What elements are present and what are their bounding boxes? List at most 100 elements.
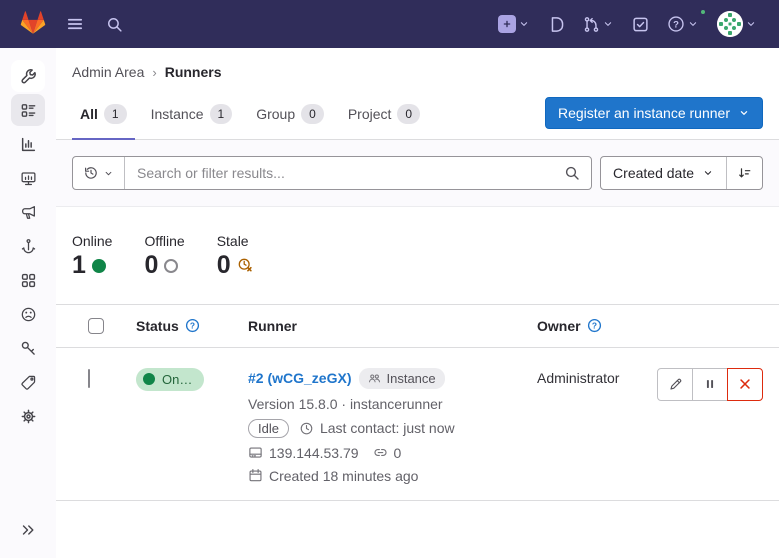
owner-help-icon[interactable]: ? [587, 318, 602, 333]
user-menu-button[interactable] [711, 6, 763, 42]
monitor-icon [20, 170, 37, 187]
owner-cell: Administrator [529, 368, 651, 388]
delete-runner-button[interactable] [727, 368, 763, 401]
stat-value: 1 [72, 252, 86, 280]
register-instance-runner-button[interactable]: Register an instance runner [545, 97, 763, 129]
top-navbar: ? [0, 0, 779, 48]
new-menu-button[interactable] [492, 10, 536, 38]
clock-icon [299, 421, 314, 436]
online-dot-icon [143, 373, 155, 385]
todo-check-icon [632, 16, 649, 33]
chevron-down-icon [687, 18, 699, 30]
stat-value: 0 [144, 252, 158, 280]
gear-icon [20, 408, 37, 425]
register-button-label: Register an instance runner [558, 105, 730, 121]
help-question-icon: ? [667, 15, 685, 33]
sort-control: Created date [600, 156, 763, 190]
issues-icon [548, 16, 565, 33]
plus-icon [498, 15, 516, 33]
chevron-down-icon [602, 18, 614, 30]
offline-ring-icon [164, 259, 178, 273]
search-input[interactable] [125, 157, 553, 189]
stat-online: Online 1 [72, 233, 112, 280]
runner-link[interactable]: #2 (wCG_zeGX) [248, 370, 351, 386]
tab-count-badge: 1 [210, 104, 233, 124]
grid-icon [20, 272, 37, 289]
breadcrumb-separator: › [152, 65, 156, 80]
tab-count-badge: 1 [104, 104, 127, 124]
todos-button[interactable] [626, 11, 655, 38]
chevron-down-icon [518, 18, 530, 30]
column-header-owner: Owner ? [529, 305, 651, 347]
wrench-icon [20, 68, 37, 85]
merge-requests-button[interactable] [577, 11, 620, 38]
search-icon [564, 165, 580, 181]
edit-runner-button[interactable] [657, 368, 693, 401]
runner-summary-cell: #2 (wCG_zeGX) Instance Version 15.8.0 · … [240, 368, 529, 484]
overview-list-icon [20, 102, 37, 119]
breadcrumb: Admin Area › Runners [56, 48, 779, 92]
computer-icon [248, 445, 263, 460]
search-submit-button[interactable] [553, 157, 591, 189]
tab-project[interactable]: Project 0 [340, 92, 428, 140]
ip-address: 139.144.53.79 [269, 445, 359, 461]
gitlab-logo[interactable] [16, 8, 50, 40]
issues-button[interactable] [542, 11, 571, 38]
tab-label: Group [256, 106, 295, 122]
tab-count-badge: 0 [397, 104, 420, 124]
chevron-down-icon [103, 168, 114, 179]
sidebar-item-overview[interactable] [11, 94, 45, 126]
runner-type-badge: Instance [359, 368, 444, 389]
svg-text:?: ? [190, 321, 195, 331]
online-dot-icon [92, 259, 106, 273]
sidebar-item-analytics[interactable] [11, 128, 45, 160]
row-checkbox[interactable] [88, 369, 90, 388]
runner-table-row: Online #2 (wCG_zeGX) Instance [56, 348, 779, 501]
sidebar-item-system-hooks[interactable] [11, 230, 45, 262]
sidebar-item-settings[interactable] [11, 400, 45, 432]
stat-label: Stale [217, 233, 254, 249]
runner-stats: Online 1 Offline 0 Stale 0 [56, 207, 779, 304]
filter-bar: Created date [56, 140, 779, 207]
sidebar-item-applications[interactable] [11, 264, 45, 296]
search-button[interactable] [100, 11, 129, 38]
help-menu-button[interactable]: ? [661, 10, 705, 38]
sidebar-item-monitoring[interactable] [11, 162, 45, 194]
hamburger-menu-button[interactable] [60, 10, 90, 38]
sort-direction-button[interactable] [726, 157, 762, 189]
sidebar-item-labels[interactable] [11, 366, 45, 398]
search-icon [106, 16, 123, 33]
svg-text:?: ? [592, 321, 597, 331]
main-content: Admin Area › Runners All 1 Instance 1 [56, 48, 779, 558]
sidebar-item-deploy-keys[interactable] [11, 332, 45, 364]
breadcrumb-runners: Runners [165, 64, 222, 80]
stat-label: Online [72, 233, 112, 249]
tab-group[interactable]: Group 0 [248, 92, 332, 140]
history-icon [83, 165, 99, 181]
stat-offline: Offline 0 [144, 233, 184, 280]
svg-text:?: ? [673, 19, 679, 30]
stat-value: 0 [217, 252, 231, 280]
runners-table-header: Status ? Runner Owner ? [56, 304, 779, 348]
tab-all[interactable]: All 1 [72, 92, 135, 140]
key-icon [20, 340, 37, 357]
link-icon [373, 445, 388, 460]
status-help-icon[interactable]: ? [185, 318, 200, 333]
pause-runner-button[interactable] [692, 368, 728, 401]
pause-icon [703, 377, 717, 391]
sidebar-item-admin-overview[interactable] [11, 60, 45, 92]
sidebar-item-abuse-reports[interactable] [11, 298, 45, 330]
runner-state-line: Idle Last contact: just now [248, 419, 521, 438]
sidebar-expand-button[interactable] [11, 514, 45, 546]
breadcrumb-admin-area[interactable]: Admin Area [72, 64, 144, 80]
pencil-icon [668, 377, 683, 392]
sidebar-item-messages[interactable] [11, 196, 45, 228]
bar-chart-icon [20, 136, 37, 153]
search-history-button[interactable] [73, 157, 125, 189]
megaphone-icon [20, 204, 37, 221]
group-people-icon [368, 372, 381, 385]
tab-instance[interactable]: Instance 1 [143, 92, 241, 140]
sort-by-dropdown[interactable]: Created date [601, 157, 726, 189]
select-all-checkbox[interactable] [88, 318, 104, 334]
status-badge-label: Online [162, 372, 194, 387]
